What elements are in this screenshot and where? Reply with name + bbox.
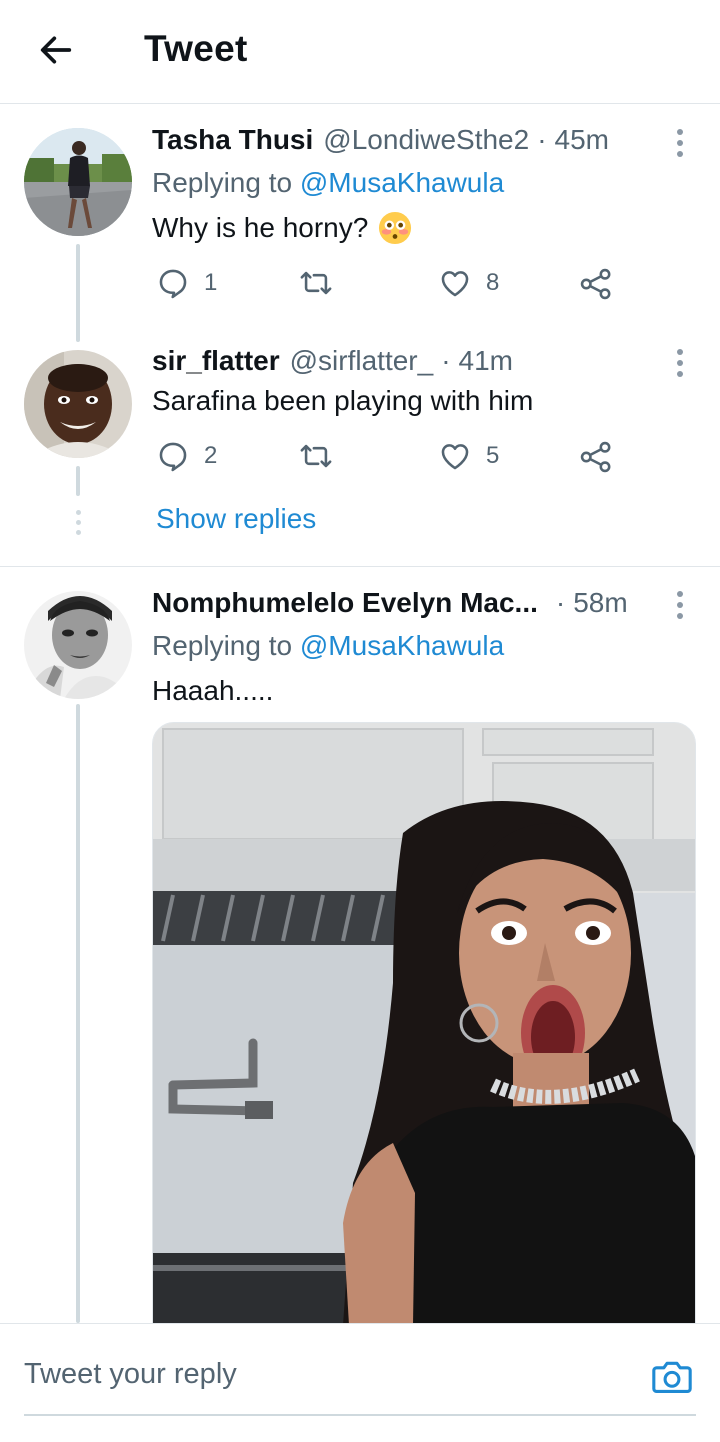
reply-count: 2 [204, 442, 218, 469]
tweet-reply-input[interactable] [24, 1354, 624, 1394]
display-name[interactable]: sir_flatter [152, 345, 280, 377]
tweet-header: Tasha Thusi @LondiweSthe2 · 45m [152, 124, 660, 156]
input-underline [24, 1414, 696, 1416]
tweet-text: Haaah..... [152, 675, 273, 707]
separator-dot: · [537, 124, 547, 155]
tweet-body: Sarafina been playing with him [152, 385, 534, 416]
section-divider [0, 566, 720, 567]
show-replies-link[interactable]: Show replies [156, 503, 316, 535]
more-options-button[interactable] [670, 126, 690, 160]
retweet-button[interactable] [298, 439, 348, 473]
replying-prefix: Replying to [152, 167, 293, 198]
separator-dot: · [555, 587, 566, 618]
reply-button[interactable]: 2 [156, 439, 217, 473]
tweet-header: sir_flatter @sirflatter_ · 41m [152, 345, 660, 377]
more-options-button[interactable] [670, 588, 690, 622]
mention-link[interactable]: @MusaKhawula [300, 167, 504, 198]
replying-to: Replying to @MusaKhawula [152, 167, 504, 199]
mention-link[interactable]: @MusaKhawula [300, 630, 504, 661]
reply-button[interactable]: 1 [156, 266, 217, 300]
tweet-text: Why is he horny? [152, 211, 412, 245]
flushed-face-emoji-icon [379, 211, 412, 245]
tweet-text: Sarafina been playing with him [152, 385, 533, 417]
display-name[interactable]: Tasha Thusi [152, 124, 313, 156]
like-count: 5 [486, 442, 500, 469]
like-icon [441, 271, 469, 297]
page-title: Tweet [144, 28, 248, 69]
thread-ellipsis [76, 510, 81, 535]
user-handle[interactable]: @LondiweSthe2 [323, 124, 529, 156]
timestamp[interactable]: 58m [573, 587, 627, 619]
thread-connector [76, 244, 80, 342]
share-icon [580, 441, 611, 473]
timestamp[interactable]: 41m [459, 345, 513, 377]
replying-to: Replying to @MusaKhawula [152, 630, 504, 662]
like-button[interactable]: 5 [438, 439, 499, 473]
retweet-icon [300, 444, 332, 468]
tweet-actions: 1 8 [152, 266, 632, 306]
retweet-icon [300, 271, 332, 295]
tweet-body: Why is he horny? [152, 212, 369, 243]
like-icon [441, 444, 469, 470]
back-arrow-icon [40, 36, 72, 64]
camera-icon [652, 1361, 692, 1393]
like-count: 8 [486, 269, 500, 296]
avatar[interactable] [24, 591, 132, 699]
reply-composer [0, 1323, 720, 1442]
tweet-media-photo[interactable] [152, 722, 696, 1324]
tweet-actions: 2 5 [152, 439, 632, 479]
display-name[interactable]: Nomphumelelo Evelyn Mac... [152, 587, 538, 619]
share-button[interactable] [578, 266, 614, 302]
avatar[interactable] [24, 128, 132, 236]
more-options-button[interactable] [670, 346, 690, 380]
tweet-header: Nomphumelelo Evelyn Mac... · 58m [152, 587, 660, 619]
avatar[interactable] [24, 350, 132, 458]
thread-connector [76, 704, 80, 1323]
replying-prefix: Replying to [152, 630, 293, 661]
like-button[interactable]: 8 [438, 266, 499, 300]
reply-count: 1 [204, 269, 218, 296]
user-handle[interactable]: @sirflatter_ [290, 345, 434, 377]
reply-icon [159, 442, 187, 472]
separator-dot: · [441, 345, 451, 376]
retweet-button[interactable] [298, 266, 348, 300]
share-icon [580, 268, 611, 300]
share-button[interactable] [578, 439, 614, 475]
timestamp[interactable]: 45m [555, 124, 609, 156]
top-app-bar: Tweet [0, 0, 720, 104]
tweet-body: Haaah..... [152, 675, 274, 706]
thread-connector [76, 466, 80, 496]
camera-button[interactable] [650, 1356, 694, 1396]
back-button[interactable] [34, 28, 78, 72]
reply-icon [159, 269, 187, 299]
